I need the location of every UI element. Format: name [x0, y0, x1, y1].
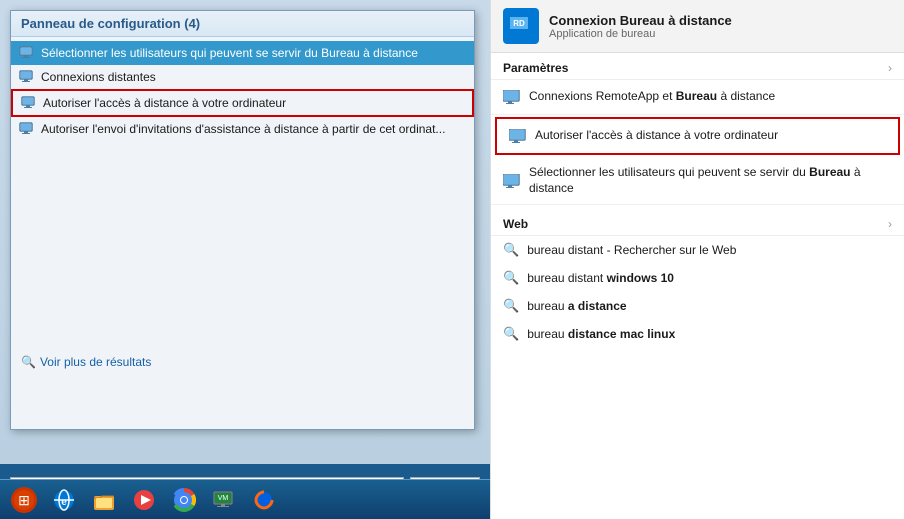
result-text-4: Autoriser l'envoi d'invitations d'assist… — [41, 122, 445, 136]
app-title: Connexion Bureau à distance — [549, 13, 732, 28]
results-title: Panneau de configuration (4) — [21, 16, 200, 31]
app-subtitle: Application de bureau — [549, 28, 732, 40]
windows7-panel: Panneau de configuration (4) Sélectionne… — [0, 0, 490, 519]
result-icon-4 — [19, 121, 35, 137]
selectionner-icon — [503, 172, 521, 190]
web-result-4-text: bureau distance mac linux — [527, 327, 675, 341]
svg-text:VM: VM — [218, 495, 229, 502]
vm-button[interactable]: VM — [206, 484, 242, 516]
ie-button[interactable]: e — [46, 484, 82, 516]
results-list: Sélectionner les utilisateurs qui peuven… — [11, 37, 474, 145]
result-icon-2 — [19, 69, 35, 85]
web-result-1[interactable]: 🔍 bureau distant - Rechercher sur le Web — [491, 236, 904, 264]
autoriser-acces-icon — [509, 127, 527, 145]
result-item-3[interactable]: Autoriser l'accès à distance à votre ord… — [11, 89, 474, 117]
parametres-header-row: Paramètres › — [491, 53, 904, 80]
web-chevron[interactable]: › — [888, 217, 892, 231]
svg-text:RD: RD — [513, 19, 525, 28]
results-header: Panneau de configuration (4) — [11, 11, 474, 37]
voir-plus-link[interactable]: 🔍 Voir plus de résultats — [21, 355, 151, 369]
media-button[interactable] — [126, 484, 162, 516]
result-item-1[interactable]: Sélectionner les utilisateurs qui peuven… — [11, 41, 474, 65]
chrome-button[interactable] — [166, 484, 202, 516]
result-text-3: Autoriser l'accès à distance à votre ord… — [43, 96, 286, 110]
web-result-2[interactable]: 🔍 bureau distant windows 10 — [491, 264, 904, 292]
start-button-win7[interactable]: ⊞ — [6, 484, 42, 516]
parametres-header: Paramètres — [503, 61, 568, 75]
result-icon-1 — [19, 45, 35, 61]
windows10-panel: RD Connexion Bureau à distance Applicati… — [490, 0, 904, 519]
result-icon-3 — [21, 95, 37, 111]
explorer-button[interactable] — [86, 484, 122, 516]
web-result-3[interactable]: 🔍 bureau a distance — [491, 292, 904, 320]
selectionner-utilisateurs-item[interactable]: Sélectionner les utilisateurs qui peuven… — [491, 157, 904, 205]
selectionner-text: Sélectionner les utilisateurs qui peuven… — [529, 165, 892, 196]
search-icon-web4: 🔍 — [503, 326, 519, 342]
result-text-2: Connexions distantes — [41, 70, 156, 84]
web-header-row: Web › — [491, 209, 904, 236]
firefox-button[interactable] — [246, 484, 282, 516]
search-icon-web3: 🔍 — [503, 298, 519, 314]
search-icon-web2: 🔍 — [503, 270, 519, 286]
parametres-chevron[interactable]: › — [888, 61, 892, 75]
search-icon-web1: 🔍 — [503, 242, 519, 258]
web-result-2-text: bureau distant windows 10 — [527, 271, 674, 285]
svg-text:e: e — [61, 497, 67, 508]
autoriser-acces-item[interactable]: Autoriser l'accès à distance à votre ord… — [495, 117, 900, 155]
result-item-4[interactable]: Autoriser l'envoi d'invitations d'assist… — [11, 117, 474, 141]
voir-plus-text: Voir plus de résultats — [40, 355, 151, 369]
app-icon: RD — [503, 8, 539, 44]
taskbar-win7: ⊞ e — [0, 479, 490, 519]
connexions-remoteapp-text: Connexions RemoteApp et Bureau à distanc… — [529, 89, 892, 105]
result-item-2[interactable]: Connexions distantes — [11, 65, 474, 89]
app-info: Connexion Bureau à distance Application … — [549, 13, 732, 40]
remoteapp-icon — [503, 88, 521, 106]
web-result-1-text: bureau distant - Rechercher sur le Web — [527, 243, 736, 257]
svg-text:⊞: ⊞ — [18, 492, 30, 508]
app-result-top[interactable]: RD Connexion Bureau à distance Applicati… — [491, 0, 904, 53]
search-results-window: Panneau de configuration (4) Sélectionne… — [10, 10, 475, 430]
web-result-3-text: bureau a distance — [527, 299, 626, 313]
autoriser-acces-text: Autoriser l'accès à distance à votre ord… — [535, 128, 886, 144]
web-result-4[interactable]: 🔍 bureau distance mac linux — [491, 320, 904, 348]
result-text-1: Sélectionner les utilisateurs qui peuven… — [41, 46, 418, 60]
connexions-remoteapp-item[interactable]: Connexions RemoteApp et Bureau à distanc… — [491, 80, 904, 115]
web-header: Web — [503, 217, 528, 231]
search-icon-small: 🔍 — [21, 355, 36, 369]
